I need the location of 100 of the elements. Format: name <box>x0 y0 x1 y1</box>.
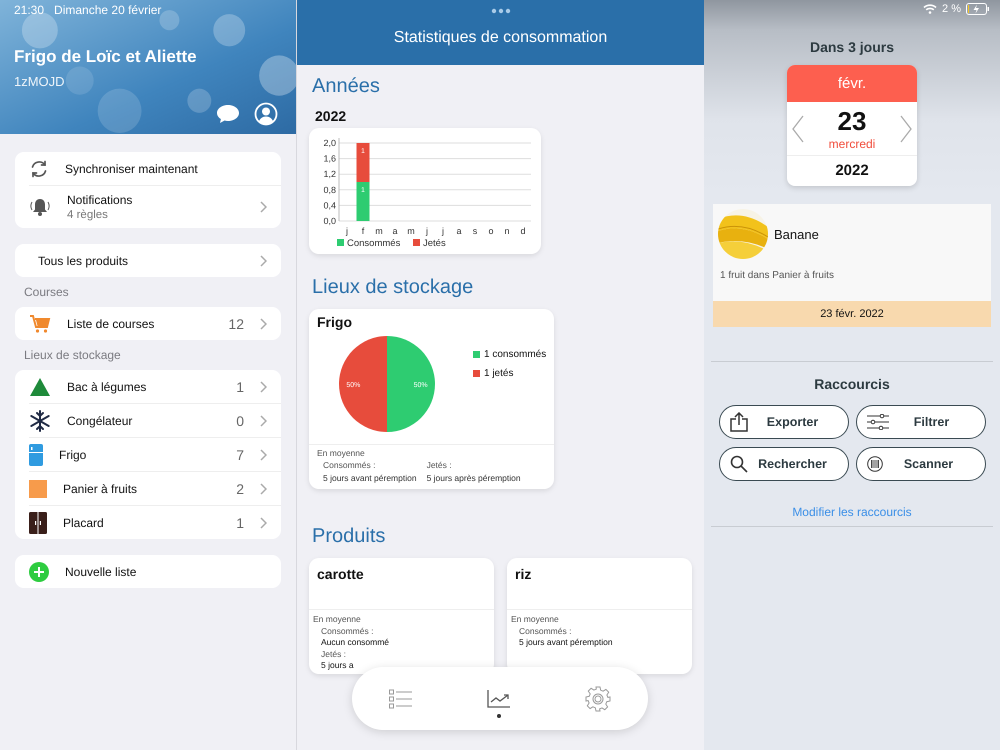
battery-level: 2 % <box>942 3 961 15</box>
notifications-item[interactable]: Notifications 4 règles <box>29 185 281 228</box>
axis-label: n <box>504 226 510 236</box>
square-icon <box>29 480 47 498</box>
wifi-icon <box>923 4 938 14</box>
legend-label: Consommés <box>347 238 400 249</box>
sync-item[interactable]: Synchroniser maintenant <box>29 152 281 185</box>
axis-label: o <box>488 226 494 236</box>
shortcut-button[interactable]: Scanner <box>856 447 986 481</box>
axis-tick: 0,4 <box>323 200 336 210</box>
chevron-icon <box>260 201 267 213</box>
stat-label: Jetés : <box>426 460 453 470</box>
chevron-icon <box>260 516 267 528</box>
calendar-month: févr. <box>787 65 917 102</box>
legend-swatch <box>473 370 480 377</box>
page-title: Statistiques de consommation <box>394 29 608 47</box>
battery-icon <box>966 3 990 15</box>
storage-item[interactable]: Frigo 7 <box>29 437 281 471</box>
chevron-icon <box>260 318 267 330</box>
previous-icon[interactable] <box>791 114 805 142</box>
product-name: riz <box>507 558 692 610</box>
axis-label: s <box>472 226 478 236</box>
card-title: Frigo <box>316 313 353 330</box>
product-detail: 1 fruit dans Panier à fruits <box>719 269 835 283</box>
stat-value: 5 jours avant péremption <box>518 637 614 647</box>
axis-label: j <box>426 226 428 236</box>
share-icon <box>730 412 748 432</box>
stat-value: 5 jours a <box>320 660 355 670</box>
calendar-year: 2022 <box>834 161 870 181</box>
legend-label: Jetés <box>423 238 446 249</box>
year-label: 2022 <box>315 108 348 124</box>
shortcuts-heading: Raccourcis <box>814 376 890 392</box>
status-date: Dimanche 20 février <box>54 3 162 17</box>
legend-label: 1 jetés <box>484 368 514 379</box>
chevron-icon <box>260 414 267 426</box>
calendar-day: 23 <box>838 106 866 137</box>
legend-swatch <box>473 351 480 358</box>
section-header: Courses <box>24 285 70 299</box>
triangle-icon <box>29 376 51 396</box>
axis-label: d <box>520 226 526 236</box>
axis-tick: 0,0 <box>323 216 336 226</box>
next-icon[interactable] <box>899 114 913 142</box>
axis-label: a <box>456 226 462 236</box>
axis-label: f <box>362 226 364 236</box>
barcode-icon <box>866 456 882 472</box>
calendar-weekday: mercredi <box>828 137 876 151</box>
settings-icon <box>585 686 611 712</box>
product-card[interactable]: carotte En moyenne Consommés : Aucun consommé Jetés : 5 jours a <box>309 558 494 674</box>
axis-tick: 1,2 <box>323 169 336 180</box>
shortcut-button[interactable]: Exporter <box>718 405 848 439</box>
fridge-code: 1zMOJD <box>14 74 66 89</box>
section-title: Lieux de stockage <box>312 276 474 299</box>
stat-value: 5 jours après péremption <box>426 473 521 483</box>
stat-value: 5 jours avant péremption <box>323 473 417 483</box>
sync-icon <box>29 158 49 178</box>
axis-tick: 1,6 <box>323 154 336 164</box>
shortcut-button[interactable]: Filtrer <box>856 405 986 439</box>
average-label: En moyenne <box>313 614 362 624</box>
axis-tick: 0,8 <box>323 184 336 195</box>
stat-value: Aucun consommé <box>320 637 390 647</box>
bell-icon <box>29 197 51 217</box>
chevron-icon <box>260 380 267 392</box>
storage-item[interactable]: Placard 1 <box>29 505 281 539</box>
axis-label: m <box>375 226 383 236</box>
storage-item[interactable]: Bac à légumes 1 <box>29 370 281 403</box>
storage-item[interactable]: Congélateur 0 <box>29 403 281 437</box>
legend-label: 1 consommés <box>484 349 546 360</box>
storage-item[interactable]: Panier à fruits 2 <box>29 471 281 505</box>
sliders-icon <box>866 414 888 430</box>
chevron-icon <box>260 254 267 266</box>
axis-tick: 2,0 <box>323 138 336 148</box>
stat-label: Jetés : <box>320 648 348 658</box>
product-card[interactable]: Banane 1 fruit dans Panier à fruits 23 févr. 2022 <box>713 204 991 327</box>
shortcut-button[interactable]: Rechercher <box>718 447 848 481</box>
axis-label: j <box>346 226 348 236</box>
section-header: Lieux de stockage <box>24 348 122 362</box>
chart-icon <box>487 690 511 708</box>
chevron-icon <box>260 448 267 460</box>
chat-icon[interactable] <box>216 104 240 124</box>
fridge-title: Frigo de Loïc et Aliette <box>14 47 198 67</box>
profile-icon[interactable] <box>254 102 278 126</box>
snowflake-icon <box>29 410 51 432</box>
fridge-icon <box>29 444 43 466</box>
average-label: En moyenne <box>511 614 560 624</box>
stat-label: Consommés : <box>320 626 374 636</box>
cupboard-icon <box>29 512 47 534</box>
product-card[interactable]: riz En moyenne Consommés : 5 jours avant péremption <box>507 558 692 674</box>
list-icon <box>389 688 413 708</box>
axis-label: j <box>442 226 444 236</box>
stat-label: Consommés : <box>518 626 572 636</box>
chevron-icon <box>260 482 267 494</box>
product-name: carotte <box>309 558 494 610</box>
due-heading: Dans 3 jours <box>810 39 894 55</box>
search-icon <box>730 455 748 473</box>
section-title: Produits <box>312 525 386 548</box>
add-icon <box>29 562 49 582</box>
average-label: En moyenne <box>317 448 366 458</box>
section-title: Années <box>312 75 381 98</box>
cart-icon <box>29 314 51 334</box>
more-icon[interactable] <box>490 8 510 14</box>
